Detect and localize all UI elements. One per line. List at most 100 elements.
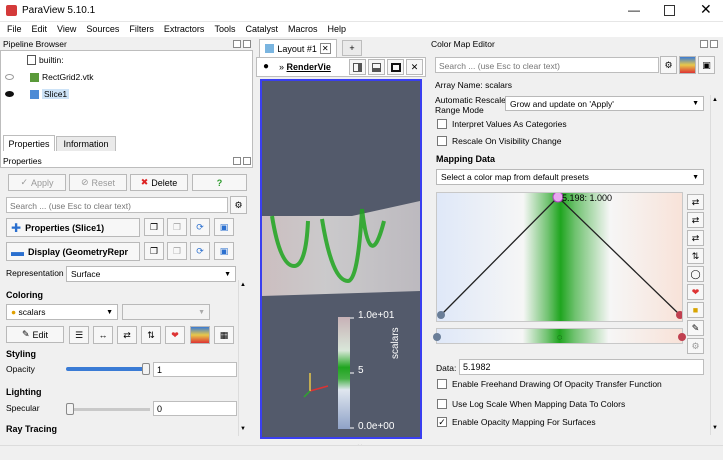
opacity-input[interactable]: 1 — [153, 362, 237, 377]
colorbar-toggle-icon[interactable] — [190, 326, 210, 344]
freehand-checkbox[interactable] — [437, 379, 447, 389]
edit-color-icon[interactable]: ✎ — [687, 320, 704, 336]
display-section-toggle[interactable]: ▬ Display (GeometryRepr — [6, 242, 140, 261]
menu-item-edit[interactable]: Edit — [32, 24, 48, 34]
restore-icon[interactable]: ⟳ — [190, 242, 210, 260]
rescale-time-icon[interactable]: ⇄ — [117, 326, 137, 344]
invert-colormap-icon[interactable]: ◯ — [687, 266, 704, 282]
menu-item-macros[interactable]: Macros — [288, 24, 318, 34]
rescale-time-range-icon[interactable]: ⇄ — [687, 230, 704, 246]
reset-button[interactable]: ⊘ Reset — [69, 174, 127, 191]
properties-scrollbar[interactable]: ▲ ▼ — [238, 280, 248, 436]
choose-preset-icon[interactable]: ■ — [687, 302, 704, 318]
camera-icon[interactable]: ● — [263, 61, 269, 72]
rescale-visibility-checkbox[interactable] — [437, 136, 447, 146]
pane-float-buttons[interactable] — [700, 40, 718, 48]
settings-icon[interactable]: ⚙ — [687, 338, 704, 354]
menu-item-catalyst[interactable]: Catalyst — [245, 24, 278, 34]
opacity-slider-handle[interactable] — [142, 363, 150, 375]
opacity-transfer-function[interactable]: 5.198: 1.000 — [436, 192, 683, 322]
advanced-settings-gear-icon[interactable]: ⚙ — [230, 196, 247, 214]
representation-select[interactable]: Surface ▼ — [66, 266, 236, 282]
preset-select[interactable]: Select a color map from default presets ▼ — [436, 169, 704, 185]
pipeline-item-rectgrid[interactable]: RectGrid2.vtk — [5, 72, 94, 82]
save-icon[interactable]: ▣ — [214, 218, 234, 236]
paste-icon[interactable]: ❐ — [167, 242, 187, 260]
close-view-icon[interactable]: ✕ — [406, 59, 423, 75]
opacity-mapping-option[interactable]: ✓ Enable Opacity Mapping For Surfaces — [437, 417, 596, 427]
interpret-categories-checkbox[interactable] — [437, 119, 447, 129]
save-icon[interactable]: ▣ — [214, 242, 234, 260]
rescale-visible-icon[interactable]: ⇅ — [141, 326, 161, 344]
split-horizontal-icon[interactable] — [349, 59, 366, 75]
close-tab-icon[interactable]: ✕ — [319, 43, 331, 54]
menu-item-help[interactable]: Help — [327, 24, 346, 34]
properties-search-input[interactable]: Search ... (use Esc to clear text) — [6, 197, 228, 213]
scroll-down-icon[interactable]: ▼ — [240, 426, 246, 432]
menu-item-sources[interactable]: Sources — [86, 24, 119, 34]
copy-icon[interactable]: ❐ — [144, 242, 164, 260]
log-scale-option[interactable]: Use Log Scale When Mapping Data To Color… — [437, 399, 625, 409]
maximize-view-icon[interactable] — [387, 59, 404, 75]
opacity-slider[interactable] — [66, 363, 150, 375]
opacity-control-point[interactable] — [437, 311, 445, 319]
properties-section-toggle[interactable]: ✚ Properties (Slice1) — [6, 218, 140, 237]
paste-icon[interactable]: ❐ — [167, 218, 187, 236]
pipeline-item-builtin[interactable]: builtin: — [27, 55, 64, 65]
menu-item-filters[interactable]: Filters — [129, 24, 154, 34]
specular-slider[interactable] — [66, 403, 150, 415]
close-button[interactable]: ✕ — [700, 1, 712, 18]
tab-information[interactable]: Information — [56, 136, 116, 151]
log-scale-checkbox[interactable] — [437, 399, 447, 409]
pipeline-item-slice1[interactable]: Slice1 — [5, 89, 70, 99]
interpret-categories-option[interactable]: Interpret Values As Categories — [437, 119, 567, 129]
color-control-point[interactable] — [433, 333, 441, 341]
rescale-custom-icon[interactable]: ↔ — [93, 326, 113, 344]
color-by-select[interactable]: ● scalars ▼ — [6, 304, 118, 320]
rescale-visibility-option[interactable]: Rescale On Visibility Change — [437, 136, 561, 146]
color-transfer-function[interactable]: ◌ — [433, 328, 686, 344]
rescale-data-icon[interactable]: ☰ — [69, 326, 89, 344]
opacity-mapping-checkbox[interactable]: ✓ — [437, 417, 447, 427]
rescale-data-range-icon[interactable]: ⇄ — [687, 194, 704, 210]
cme-search-input[interactable]: Search ... (use Esc to clear text) — [435, 57, 659, 73]
auto-rescale-select[interactable]: Grow and update on 'Apply' ▼ — [505, 96, 704, 111]
menu-item-file[interactable]: File — [7, 24, 22, 34]
specular-input[interactable]: 0 — [153, 401, 237, 416]
component-select[interactable]: ▼ — [122, 304, 210, 320]
scroll-up-icon[interactable]: ▲ — [712, 97, 718, 103]
render-view[interactable]: 1.0e+01 5 0.0e+00 scalars — [260, 79, 422, 439]
save-settings-icon[interactable]: ▣ — [698, 56, 715, 74]
apply-button[interactable]: ✓ Apply — [8, 174, 66, 191]
presets-icon[interactable]: ▦ — [214, 326, 234, 344]
copy-icon[interactable]: ❐ — [144, 218, 164, 236]
color-control-point[interactable] — [678, 333, 686, 341]
add-layout-tab[interactable]: + — [342, 40, 362, 56]
gear-icon[interactable]: ⚙ — [660, 56, 677, 74]
delete-button[interactable]: ✖ Delete — [130, 174, 188, 191]
specular-slider-handle[interactable] — [66, 403, 74, 415]
data-value-input[interactable]: 5.1982 — [459, 359, 704, 375]
tab-properties[interactable]: Properties — [3, 135, 55, 151]
freehand-option[interactable]: Enable Freehand Drawing Of Opacity Trans… — [437, 379, 662, 389]
eye-open-icon[interactable] — [5, 91, 14, 97]
color-control-point[interactable]: ◌ — [557, 332, 562, 342]
tab-layout-1[interactable]: Layout #1 ✕ — [259, 39, 337, 57]
favorite-icon[interactable]: ❤ — [165, 326, 185, 344]
scroll-down-icon[interactable]: ▼ — [712, 425, 718, 431]
help-button[interactable]: ? — [192, 174, 247, 191]
restore-icon[interactable]: ⟳ — [190, 218, 210, 236]
pane-float-buttons[interactable] — [233, 40, 251, 48]
colorbar-toggle-icon[interactable] — [679, 56, 696, 74]
split-vertical-icon[interactable] — [368, 59, 385, 75]
rescale-custom-range-icon[interactable]: ⇄ — [687, 212, 704, 228]
menu-item-view[interactable]: View — [57, 24, 76, 34]
scroll-up-icon[interactable]: ▲ — [240, 282, 246, 288]
minimize-button[interactable]: — — [628, 3, 640, 17]
pane-float-buttons[interactable] — [233, 157, 251, 165]
menu-item-tools[interactable]: Tools — [214, 24, 235, 34]
maximize-button[interactable] — [664, 5, 675, 16]
edit-colormap-button[interactable]: ✎ Edit — [6, 326, 64, 343]
menu-item-extractors[interactable]: Extractors — [164, 24, 205, 34]
cme-scrollbar[interactable]: ▲ ▼ — [710, 95, 720, 435]
